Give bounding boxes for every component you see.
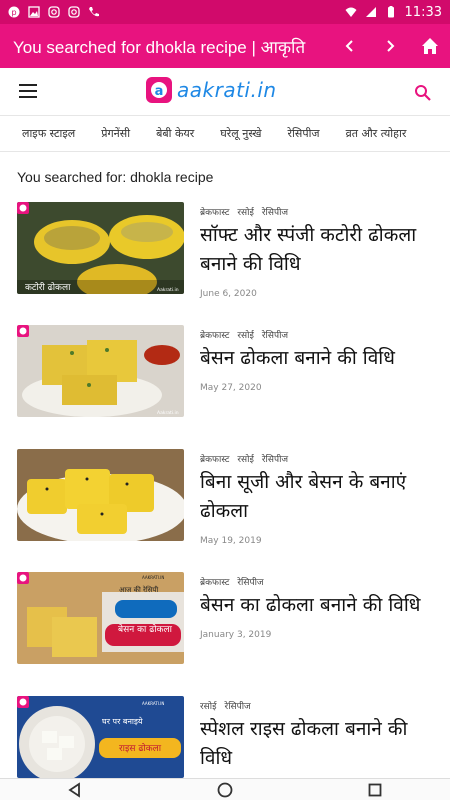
post-category-link[interactable]: रसोई xyxy=(237,452,254,465)
post-categories: ब्रेकफास्ट रेसिपीज xyxy=(200,575,435,588)
post-date: June 6, 2020 xyxy=(200,289,257,299)
back-triangle-icon[interactable] xyxy=(66,781,84,799)
post-title[interactable]: बिना सूजी और बेसन के बनाएं ढोकला xyxy=(200,468,435,526)
thumb-watermark: AAKRATI.IN xyxy=(142,575,164,580)
home-circle-icon[interactable] xyxy=(216,781,234,799)
image-icon xyxy=(28,6,40,18)
home-icon xyxy=(422,38,438,54)
post-category-link[interactable]: ब्रेकफास्ट xyxy=(200,575,229,588)
site-header: a aakrati.in xyxy=(0,68,450,116)
status-bar: p 11:33 xyxy=(0,0,450,24)
recents-square-icon[interactable] xyxy=(366,781,384,799)
chevron-right-icon xyxy=(387,40,395,52)
post-categories: ब्रेकफास्ट रसोई रेसिपीज xyxy=(200,452,435,465)
signal-icon xyxy=(365,7,376,17)
post-title[interactable]: सॉफ्ट और स्पंजी कटोरी ढोकला बनाने की विध… xyxy=(200,221,435,279)
status-time: 11:33 xyxy=(404,4,442,20)
post-category-link[interactable]: रसोई xyxy=(200,699,217,712)
post-categories: ब्रेकफास्ट रसोई रेसिपीज xyxy=(200,205,435,218)
logo-mark-icon: a xyxy=(146,77,172,103)
hamburger-icon[interactable] xyxy=(19,84,37,98)
post-thumbnail[interactable] xyxy=(17,449,184,541)
post-category-link[interactable]: ब्रेकफास्ट xyxy=(200,328,229,341)
post-category-link[interactable]: रसोई xyxy=(237,328,254,341)
post-date: May 27, 2020 xyxy=(200,383,262,393)
post-category-link[interactable]: रेसिपीज xyxy=(225,699,251,712)
category-item-home-remedies[interactable]: घरेलू नुस्खे xyxy=(220,126,261,141)
thumb-caption: बेसन का ढोकला xyxy=(118,623,173,635)
post-date: January 3, 2019 xyxy=(200,630,272,640)
post-categories: ब्रेकफास्ट रसोई रेसिपीज xyxy=(200,328,435,341)
category-item-baby-care[interactable]: बेबी केयर xyxy=(156,126,194,141)
pinterest-icon: p xyxy=(8,6,20,18)
forward-button[interactable] xyxy=(370,24,410,68)
post-category-link[interactable]: ब्रेकफास्ट xyxy=(200,205,229,218)
thumb-caption: राइस ढोकला xyxy=(119,742,162,754)
post-title[interactable]: बेसन ढोकला बनाने की विधि xyxy=(200,344,435,373)
post-thumbnail[interactable]: कटोरी ढोकला Aakrati.in xyxy=(17,202,184,294)
app-title: You searched for dhokla recipe | आकृति xyxy=(13,37,306,57)
category-item-recipes[interactable]: रेसिपीज xyxy=(288,126,320,141)
chevron-left-icon xyxy=(345,40,353,52)
search-icon[interactable] xyxy=(414,84,432,102)
post-card[interactable]: ब्रेकफास्ट रसोई रेसिपीज बिना सूजी और बेस… xyxy=(17,449,437,549)
thumb-watermark: Aakrati.in xyxy=(157,410,179,416)
phone-icon xyxy=(89,7,99,17)
logo-text: aakrati.in xyxy=(177,78,277,102)
post-date: May 19, 2019 xyxy=(200,536,262,546)
thumb-watermark: Aakrati.in xyxy=(157,287,179,293)
results-heading: You searched for: dhokla recipe xyxy=(17,169,214,185)
post-category-link[interactable]: रसोई xyxy=(237,205,254,218)
post-category-link[interactable]: ब्रेकफास्ट xyxy=(200,452,229,465)
post-category-link[interactable]: रेसिपीज xyxy=(262,328,288,341)
back-button[interactable] xyxy=(330,24,370,68)
thumb-top-text: आज की रेसिपी xyxy=(119,585,158,594)
app-bar: You searched for dhokla recipe | आकृति xyxy=(0,24,450,68)
post-card[interactable]: आज की रेसिपी बेसन का ढोकला AAKRATI.IN ब्… xyxy=(17,572,437,672)
svg-text:a: a xyxy=(155,84,164,99)
post-category-link[interactable]: रेसिपीज xyxy=(237,575,263,588)
site-logo[interactable]: a aakrati.in xyxy=(145,76,277,104)
post-card[interactable]: कटोरी ढोकला Aakrati.in ब्रेकफास्ट रसोई र… xyxy=(17,202,437,302)
svg-text:p: p xyxy=(11,8,16,17)
instagram-icon xyxy=(68,6,80,18)
post-category-link[interactable]: रेसिपीज xyxy=(262,452,288,465)
system-nav-bar xyxy=(0,778,450,800)
category-item-lifestyle[interactable]: लाइफ स्टाइल xyxy=(22,126,75,141)
post-card[interactable]: Aakrati.in ब्रेकफास्ट रसोई रेसिपीज बेसन … xyxy=(17,325,437,425)
category-item-pregnancy[interactable]: प्रेगनेंसी xyxy=(101,126,130,141)
post-title[interactable]: बेसन का ढोकला बनाने की विधि xyxy=(200,591,435,620)
post-thumbnail[interactable]: आज की रेसिपी बेसन का ढोकला AAKRATI.IN xyxy=(17,572,184,664)
home-button[interactable] xyxy=(410,24,450,68)
battery-icon xyxy=(387,6,394,18)
thumb-caption: कटोरी ढोकला xyxy=(25,281,71,293)
post-title[interactable]: स्पेशल राइस ढोकला बनाने की विधि xyxy=(200,715,435,773)
post-category-link[interactable]: रेसिपीज xyxy=(262,205,288,218)
post-categories: रसोई रेसिपीज xyxy=(200,699,435,712)
post-thumbnail[interactable]: घर पर बनाइये राइस ढोकला AAKRATI.IN xyxy=(17,696,184,778)
wifi-icon xyxy=(345,7,357,17)
thumb-watermark: AAKRATI.IN xyxy=(142,701,164,706)
instagram-icon xyxy=(48,6,60,18)
category-item-festivals[interactable]: व्रत और त्योहार xyxy=(346,126,407,141)
thumb-top-text: घर पर बनाइये xyxy=(102,716,143,726)
category-nav: लाइफ स्टाइल प्रेगनेंसी बेबी केयर घरेलू न… xyxy=(0,116,450,152)
post-thumbnail[interactable]: Aakrati.in xyxy=(17,325,184,417)
